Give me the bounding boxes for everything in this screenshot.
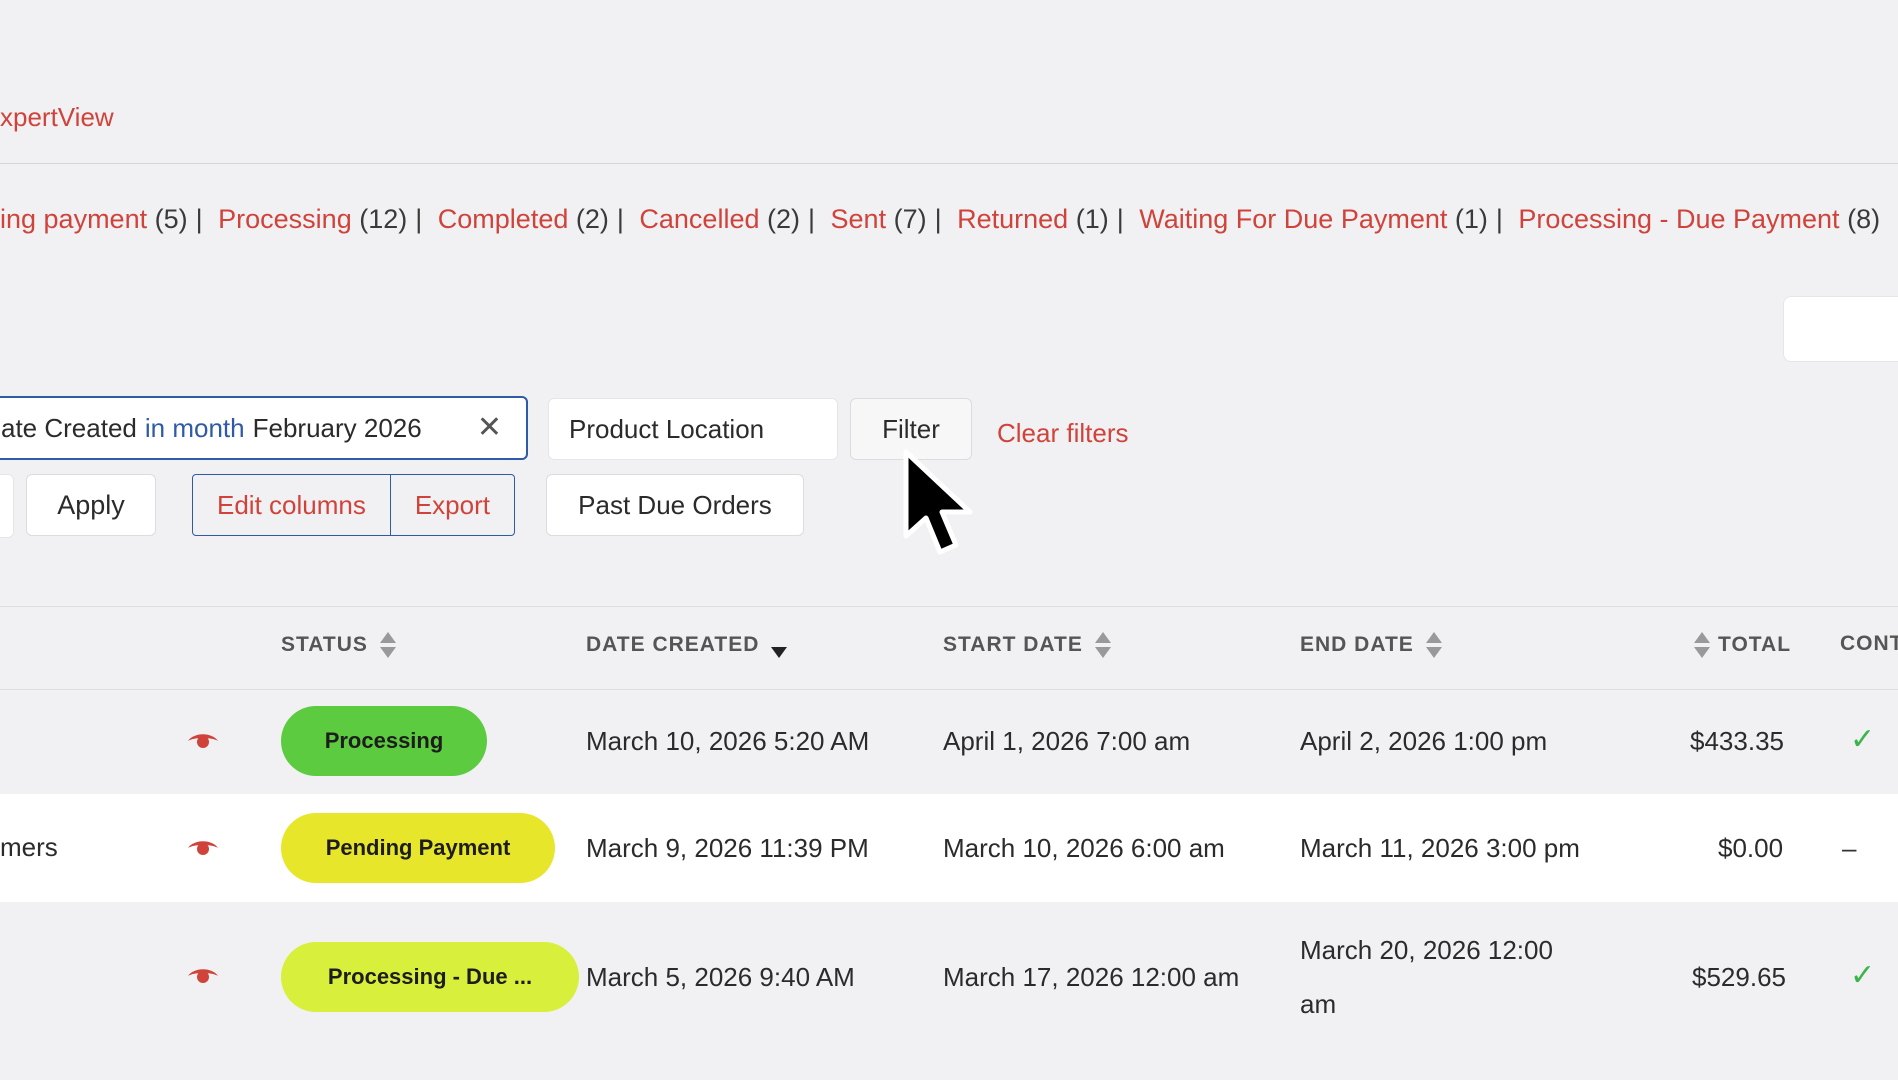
check-icon: ✓ bbox=[1850, 723, 1876, 756]
date-created-cell: March 5, 2026 9:40 AM bbox=[586, 962, 855, 992]
status-count: (5) bbox=[154, 204, 188, 234]
status-count: (8) bbox=[1847, 204, 1881, 234]
status-link-waiting-due-payment[interactable]: Waiting For Due Payment bbox=[1139, 204, 1447, 234]
mouse-pointer-icon bbox=[903, 449, 973, 555]
separator: | bbox=[1495, 204, 1503, 234]
column-header-end-date[interactable]: END DATE bbox=[1300, 632, 1442, 658]
start-date-cell: March 10, 2026 6:00 am bbox=[943, 833, 1225, 863]
search-input[interactable] bbox=[1783, 296, 1898, 362]
header-label: END DATE bbox=[1300, 633, 1414, 656]
date-created-cell: March 9, 2026 11:39 PM bbox=[586, 833, 869, 863]
column-header-cont[interactable]: CONT bbox=[1840, 632, 1898, 656]
start-date-cell: April 1, 2026 7:00 am bbox=[943, 726, 1191, 756]
clear-filters-link[interactable]: Clear filters bbox=[997, 418, 1128, 449]
column-header-status[interactable]: STATUS bbox=[281, 632, 396, 658]
table-row[interactable]: Processing March 10, 2026 5:20 AM April … bbox=[0, 688, 1898, 794]
eye-icon[interactable] bbox=[186, 838, 220, 858]
status-filter-bar: ing payment (5) | Processing (12) | Comple… bbox=[0, 204, 1880, 235]
total-cell: $433.35 bbox=[1690, 726, 1784, 756]
filter-value: February 2026 bbox=[252, 412, 422, 443]
past-due-orders-button[interactable]: Past Due Orders bbox=[546, 474, 804, 536]
eye-icon[interactable] bbox=[186, 731, 220, 751]
separator: | bbox=[616, 204, 624, 234]
header-label: DATE CREATED bbox=[586, 633, 760, 656]
status-count: (7) bbox=[893, 204, 927, 234]
end-date-cell: March 20, 2026 12:00 bbox=[1300, 935, 1553, 965]
total-cell: $0.00 bbox=[1718, 833, 1784, 863]
separator: | bbox=[934, 204, 942, 234]
table-row[interactable]: mers Pending Payment March 9, 2026 11:39… bbox=[0, 794, 1898, 902]
end-date-cell-continued: am bbox=[1300, 989, 1337, 1019]
product-location-select[interactable]: Product Location bbox=[548, 398, 838, 460]
filter-field: ate Created bbox=[1, 412, 137, 443]
date-created-filter[interactable]: ate Created in month February 2026 ✕ bbox=[0, 396, 528, 460]
sort-desc-icon[interactable] bbox=[771, 632, 788, 658]
status-count: (12) bbox=[359, 204, 408, 234]
filter-button[interactable]: Filter bbox=[850, 398, 972, 460]
status-link-returned[interactable]: Returned bbox=[957, 204, 1068, 234]
date-created-cell: March 10, 2026 5:20 AM bbox=[586, 726, 870, 756]
status-badge: Processing - Due ... bbox=[281, 942, 579, 1012]
header-divider bbox=[0, 163, 1898, 164]
start-date-cell: March 17, 2026 12:00 am bbox=[943, 962, 1240, 992]
status-link-completed[interactable]: Completed bbox=[438, 204, 569, 234]
close-icon[interactable]: ✕ bbox=[477, 410, 502, 445]
apply-button[interactable]: Apply bbox=[26, 474, 156, 536]
status-link-processing-due-payment[interactable]: Processing - Due Payment bbox=[1518, 204, 1839, 234]
check-icon: ✓ bbox=[1850, 959, 1876, 992]
status-count: (1) bbox=[1454, 204, 1488, 234]
filter-operator: in month bbox=[144, 412, 245, 443]
brand-link[interactable]: xpertView bbox=[0, 102, 114, 133]
export-button[interactable]: Export bbox=[389, 475, 514, 535]
separator: | bbox=[808, 204, 816, 234]
customer-link[interactable]: mers bbox=[0, 832, 58, 863]
sort-icon[interactable] bbox=[1425, 632, 1442, 658]
sort-icon[interactable] bbox=[1694, 632, 1710, 658]
status-link-pending-payment[interactable]: ing payment bbox=[0, 204, 147, 234]
status-count: (1) bbox=[1075, 204, 1109, 234]
separator: | bbox=[195, 204, 203, 234]
bulk-action-select[interactable] bbox=[0, 474, 14, 538]
end-date-cell: April 2, 2026 1:00 pm bbox=[1300, 726, 1548, 756]
header-label: CONT bbox=[1840, 632, 1898, 655]
status-link-sent[interactable]: Sent bbox=[831, 204, 887, 234]
column-header-total[interactable]: TOTAL bbox=[1694, 632, 1791, 658]
status-badge: Processing bbox=[281, 706, 487, 776]
column-export-group: Edit columns Export bbox=[192, 474, 515, 536]
sort-icon[interactable] bbox=[379, 632, 396, 658]
separator: | bbox=[1116, 204, 1124, 234]
status-link-cancelled[interactable]: Cancelled bbox=[639, 204, 759, 234]
total-cell: $529.65 bbox=[1692, 962, 1786, 992]
column-header-start-date[interactable]: START DATE bbox=[943, 632, 1111, 658]
empty-cont-cell: – bbox=[1842, 833, 1857, 863]
table-row[interactable]: Processing - Due ... March 5, 2026 9:40 … bbox=[0, 902, 1898, 1052]
status-badge: Pending Payment bbox=[281, 813, 555, 883]
status-count: (2) bbox=[767, 204, 800, 234]
header-label: STATUS bbox=[281, 633, 368, 656]
header-label: TOTAL bbox=[1718, 633, 1792, 656]
sort-icon[interactable] bbox=[1094, 632, 1111, 658]
column-header-date-created[interactable]: DATE CREATED bbox=[586, 632, 788, 658]
eye-icon[interactable] bbox=[186, 966, 220, 986]
status-count: (2) bbox=[575, 204, 609, 234]
separator: | bbox=[415, 204, 423, 234]
status-link-processing[interactable]: Processing bbox=[218, 204, 352, 234]
header-label: START DATE bbox=[943, 633, 1083, 656]
edit-columns-button[interactable]: Edit columns bbox=[193, 475, 390, 535]
end-date-cell: March 11, 2026 3:00 pm bbox=[1300, 833, 1580, 863]
